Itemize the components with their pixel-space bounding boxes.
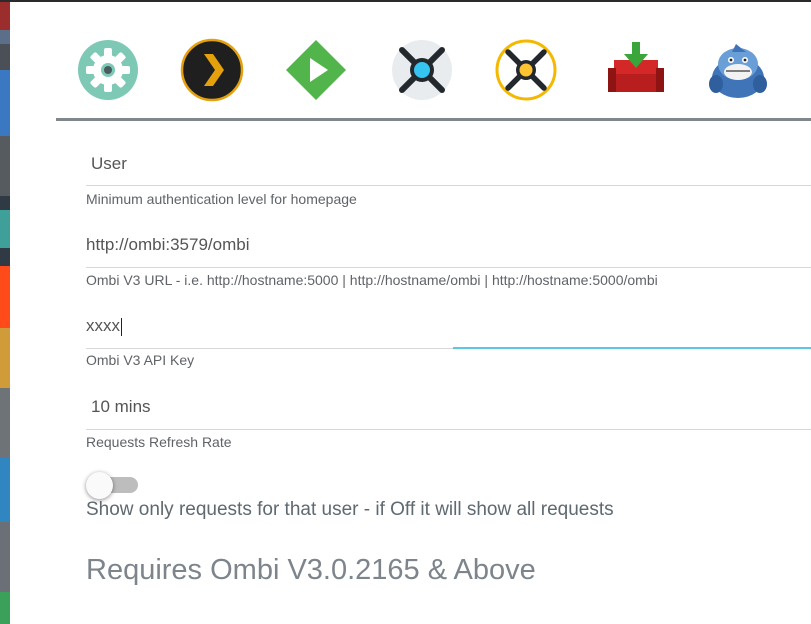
emby-play-icon [286, 40, 346, 100]
auth-level-value: User [91, 154, 127, 173]
plex-chevron-icon [180, 38, 244, 102]
requirement-note: Requires Ombi V3.0.2165 & Above [86, 554, 536, 586]
user-only-toggle[interactable] [86, 472, 138, 499]
tab-settings[interactable] [76, 38, 140, 102]
refresh-rate-value: 10 mins [91, 397, 151, 416]
ombi-url-input[interactable]: http://ombi:3579/ombi Ombi V3 URL - i.e.… [86, 233, 811, 293]
refresh-rate-underline [86, 429, 811, 430]
text-cursor [121, 317, 122, 336]
radarr-icon [495, 39, 557, 101]
ombi-api-key-value: xxxx [86, 316, 120, 335]
auth-level-underline [86, 185, 811, 186]
ombi-api-key-hint: Ombi V3 API Key [86, 352, 195, 368]
user-only-toggle-label: Show only requests for that user - if Of… [86, 499, 614, 520]
tab-sonarr[interactable] [390, 38, 454, 102]
tab-downloader[interactable] [604, 38, 668, 102]
ombi-url-hint: Ombi V3 URL - i.e. http://hostname:5000 … [86, 272, 658, 288]
shark-mascot-icon [709, 44, 767, 98]
auth-level-hint: Minimum authentication level for homepag… [86, 191, 357, 207]
left-icon-strip [0, 2, 10, 624]
sonarr-icon [392, 40, 452, 100]
ombi-api-key-underline [86, 348, 453, 349]
download-couch-icon [608, 42, 664, 92]
ombi-url-underline [86, 267, 811, 268]
ombi-api-key-input[interactable]: xxxx Ombi V3 API Key [86, 314, 811, 374]
gear-icon [78, 40, 138, 100]
ombi-url-value: http://ombi:3579/ombi [86, 235, 250, 254]
service-tab-bar [56, 2, 811, 121]
auth-level-select[interactable]: User Minimum authentication level for ho… [86, 152, 811, 212]
tab-plex[interactable] [180, 38, 244, 102]
tab-ombi[interactable] [706, 38, 770, 102]
tab-radarr[interactable] [494, 38, 558, 102]
toggle-knob [86, 472, 113, 499]
input-focus-indicator [453, 347, 811, 349]
refresh-rate-hint: Requests Refresh Rate [86, 434, 232, 450]
refresh-rate-select[interactable]: 10 mins Requests Refresh Rate [86, 395, 811, 455]
tab-emby[interactable] [284, 38, 348, 102]
